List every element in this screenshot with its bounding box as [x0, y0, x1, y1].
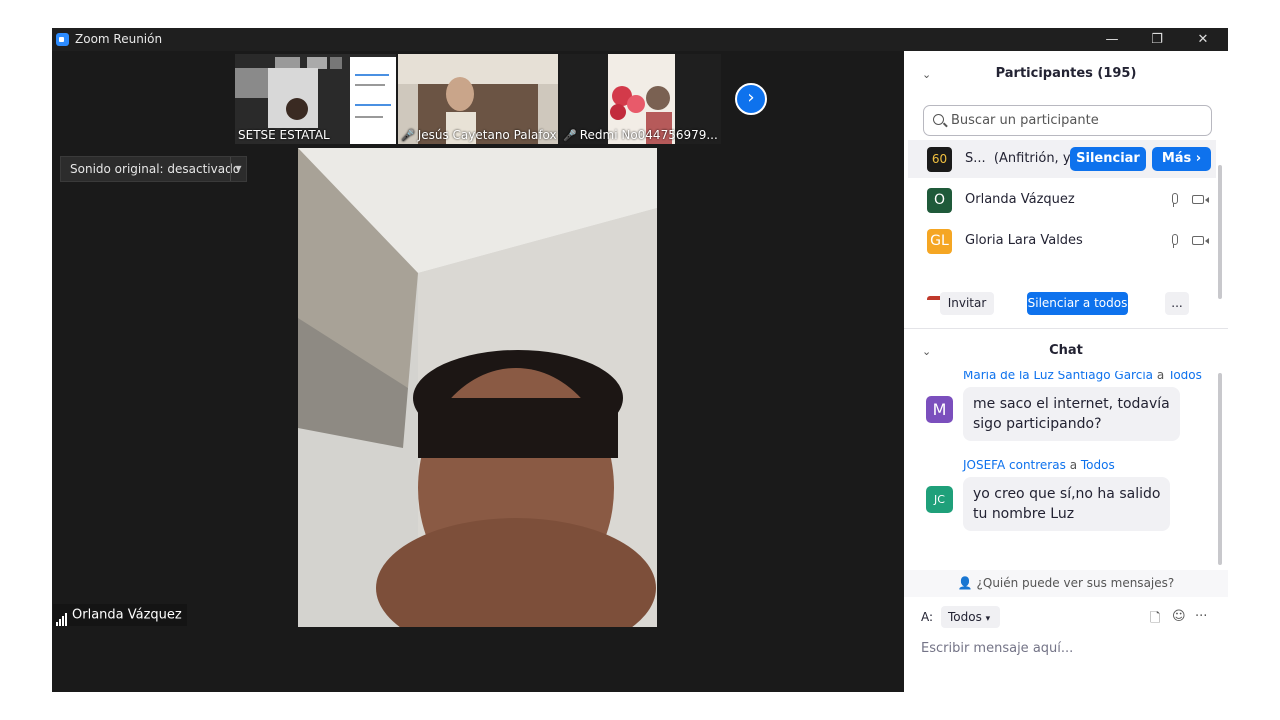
chevron-down-icon[interactable]: ▼ — [230, 157, 246, 181]
microphone-icon[interactable] — [1170, 234, 1178, 248]
video-camera-icon[interactable] — [1192, 236, 1209, 245]
signal-strength-icon — [56, 604, 68, 626]
original-sound-dropdown[interactable]: Sonido original: desactivado ▼ — [60, 156, 247, 182]
chat-messages: María de la Luz Santiago García a Todos … — [904, 371, 1228, 566]
avatar: 60 — [927, 147, 952, 172]
microphone-icon[interactable] — [1170, 193, 1178, 207]
file-icon[interactable]: 🗋 — [1150, 609, 1160, 631]
thumbnail-redmi[interactable]: 🎤 Redmi No044756979... — [560, 54, 721, 144]
chat-bubble: yo creo que sí,no ha salido tu nombre Luz — [963, 477, 1171, 531]
chevron-down-icon: ▾ — [985, 614, 991, 624]
emoji-icon[interactable]: ☺ — [1172, 609, 1186, 624]
recipient-dropdown[interactable]: Todos ▾ — [941, 606, 1000, 628]
speaker-video-frame — [298, 148, 657, 627]
message-sender: JOSEFA contreras a Todos — [963, 458, 1115, 472]
chat-bubble: me saco el internet, todavía sigo partici… — [963, 387, 1180, 441]
chat-scrollbar[interactable] — [1218, 373, 1222, 565]
participant-name: S... (Anfitrión, yo) — [965, 151, 1084, 166]
active-speaker-label: Orlanda Vázquez — [53, 604, 187, 626]
mute-all-button[interactable]: Silenciar a todos — [1027, 292, 1128, 315]
zoom-window: Zoom Reunión — ❐ ✕ SETSE ESTATAL 🎤 Jesús… — [52, 28, 1228, 692]
avatar: GL — [927, 229, 952, 254]
chat-compose: A: Todos ▾ 🗋 ☺ ··· Escribir mensaje aquí… — [904, 597, 1228, 692]
message-sender: María de la Luz Santiago García a Todos — [963, 371, 1202, 382]
section-divider — [904, 328, 1228, 329]
video-stage: SETSE ESTATAL 🎤 Jesús Cayetano Palafox 🎤… — [52, 51, 904, 692]
thumbnail-setse[interactable]: SETSE ESTATAL — [235, 54, 396, 144]
thumbnail-jesus[interactable]: 🎤 Jesús Cayetano Palafox — [398, 54, 558, 144]
who-can-see-banner[interactable]: 👤 ¿Quién puede ver sus mensajes? — [904, 570, 1228, 597]
participants-scrollbar[interactable] — [1218, 165, 1222, 299]
participant-search-input[interactable]: Buscar un participante — [923, 105, 1212, 136]
thumbnail-label: SETSE ESTATAL — [238, 128, 330, 142]
thumbnail-label: 🎤 Jesús Cayetano Palafox — [401, 128, 557, 142]
avatar: M — [926, 396, 953, 423]
chat-message-input[interactable]: Escribir mensaje aquí... — [921, 641, 1073, 656]
search-icon — [933, 114, 944, 125]
zoom-app-icon — [56, 33, 69, 46]
participant-row-host[interactable]: 60 S... (Anfitrión, yo) Silenciar Más › — [908, 140, 1216, 178]
more-tools-button[interactable]: ··· — [1195, 609, 1207, 624]
participant-row[interactable]: GL Gloria Lara Valdes — [908, 222, 1216, 260]
to-label: A: — [921, 610, 934, 624]
minimize-button[interactable]: — — [1092, 30, 1132, 49]
window-title: Zoom Reunión — [75, 32, 163, 46]
muted-mic-icon: 🎤 — [401, 129, 415, 142]
more-button[interactable]: Más › — [1152, 147, 1211, 171]
original-sound-label: Sonido original: desactivado — [70, 162, 241, 176]
side-panel: ⌄ Participantes (195) Buscar un particip… — [904, 51, 1228, 692]
video-camera-icon[interactable] — [1192, 195, 1209, 204]
next-page-button[interactable]: › — [735, 83, 767, 115]
close-button[interactable]: ✕ — [1183, 30, 1223, 49]
avatar: JC — [926, 486, 953, 513]
people-lock-icon: 👤 — [957, 576, 973, 590]
invite-button[interactable]: Invitar — [940, 292, 994, 315]
restore-button[interactable]: ❐ — [1137, 30, 1177, 49]
more-options-button[interactable]: ... — [1165, 292, 1189, 315]
mute-button[interactable]: Silenciar — [1070, 147, 1146, 171]
chat-header: Chat — [1049, 343, 1083, 358]
active-speaker-video — [298, 148, 657, 627]
thumbnail-label: 🎤 Redmi No044756979... — [563, 128, 718, 142]
participant-name: Orlanda Vázquez — [965, 192, 1075, 207]
muted-mic-icon: 🎤 — [563, 129, 577, 142]
participants-header: Participantes (195) — [995, 66, 1137, 81]
title-bar: Zoom Reunión — ❐ ✕ — [52, 28, 1228, 51]
participant-name: Gloria Lara Valdes — [965, 233, 1083, 248]
participant-row[interactable]: O Orlanda Vázquez — [908, 181, 1216, 219]
avatar: O — [927, 188, 952, 213]
